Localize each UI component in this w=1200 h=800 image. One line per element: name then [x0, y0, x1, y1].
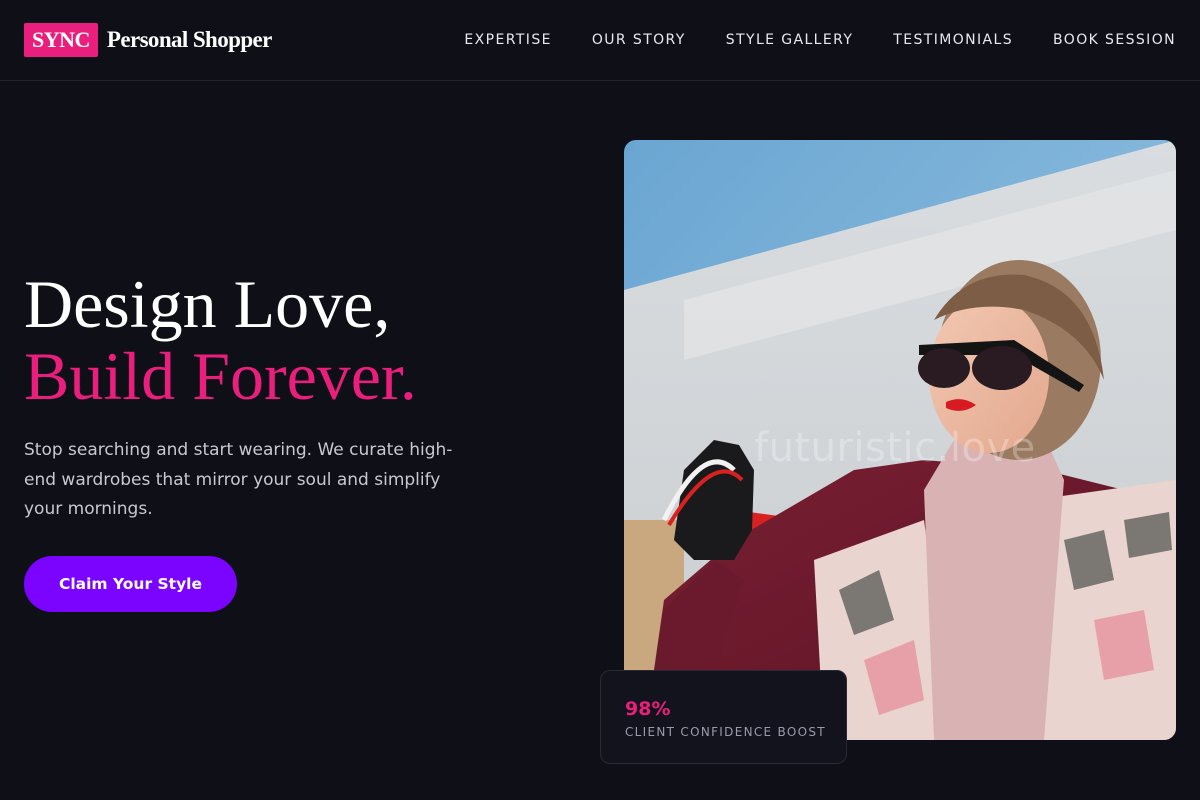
brand-name: Personal Shopper	[106, 27, 272, 52]
nav-link-expertise[interactable]: EXPERTISE	[464, 32, 551, 48]
brand-logo[interactable]: SYNC Personal Shopper	[24, 23, 272, 57]
nav-link-style-gallery[interactable]: STYLE GALLERY	[726, 32, 854, 48]
site-header: SYNC Personal Shopper EXPERTISE OUR STOR…	[0, 0, 1200, 81]
nav-link-book-session[interactable]: BOOK SESSION	[1053, 32, 1176, 48]
hero-photo: futuristic.love	[624, 140, 1176, 740]
hero-title: Design Love, Build Forever.	[24, 268, 417, 412]
hero-title-line1: Design Love,	[24, 266, 391, 342]
nav-link-our-story[interactable]: OUR STORY	[592, 32, 686, 48]
stat-value: 98%	[625, 698, 671, 720]
hero-title-line2: Build Forever.	[24, 338, 417, 414]
main-nav: EXPERTISE OUR STORY STYLE GALLERY TESTIM…	[464, 32, 1176, 48]
brand-badge: SYNC	[24, 23, 98, 57]
stat-card: 98% CLIENT CONFIDENCE BOOST	[600, 670, 847, 764]
hero-subtitle: Stop searching and start wearing. We cur…	[24, 440, 453, 519]
nav-link-testimonials[interactable]: TESTIMONIALS	[893, 32, 1013, 48]
stat-label: CLIENT CONFIDENCE BOOST	[625, 725, 826, 739]
claim-style-button[interactable]: Claim Your Style	[24, 556, 237, 612]
photo-watermark: futuristic.love	[754, 425, 1036, 471]
